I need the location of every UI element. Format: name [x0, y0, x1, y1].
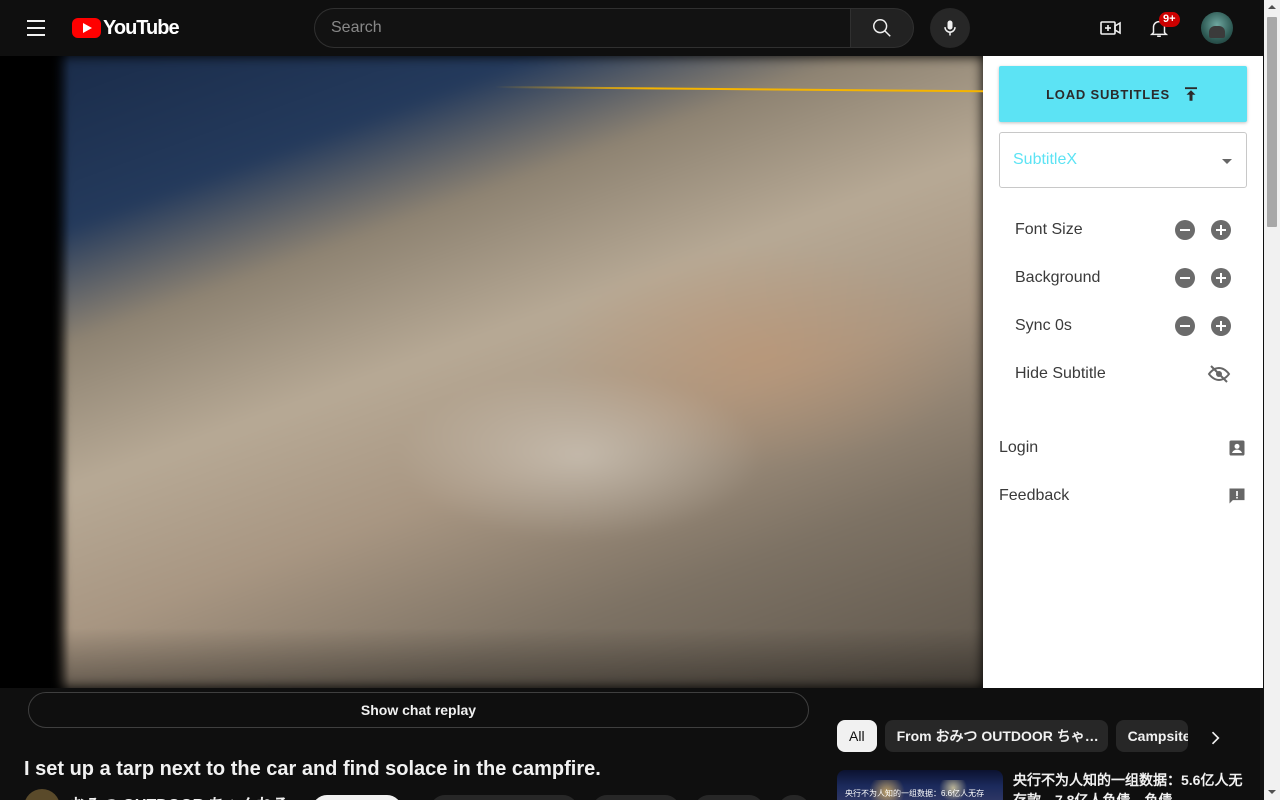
- font-size-row: Font Size: [1015, 214, 1231, 246]
- login-row[interactable]: Login: [999, 432, 1247, 464]
- search-button[interactable]: [850, 8, 914, 48]
- subtitle-source-select[interactable]: SubtitleX: [999, 132, 1247, 188]
- subscribe-button[interactable]: [312, 795, 402, 800]
- account-avatar[interactable]: [1201, 12, 1233, 44]
- channel-row: おみつ OUTDOOR ちゃんねる: [24, 789, 289, 800]
- feedback-label: Feedback: [999, 487, 1070, 504]
- subtitle-panel: LOAD SUBTITLES SubtitleX Font Size Backg…: [983, 56, 1263, 688]
- recommendation-thumbnail[interactable]: 央行不为人知的一组数据：6.6亿人无存: [837, 770, 1003, 800]
- scrollbar-thumb[interactable]: [1267, 17, 1277, 227]
- minus-circle-icon[interactable]: [1175, 220, 1195, 240]
- logo-text: YouTube: [103, 16, 180, 39]
- account-box-icon: [1229, 440, 1245, 456]
- channel-avatar[interactable]: [24, 789, 60, 800]
- sync-row: Sync 0s: [1015, 310, 1231, 342]
- load-subtitles-label: LOAD SUBTITLES: [1046, 86, 1170, 102]
- background-label: Background: [1015, 269, 1101, 286]
- voice-search-button[interactable]: [930, 8, 970, 48]
- search-input[interactable]: [315, 9, 851, 47]
- youtube-logo[interactable]: YouTube: [72, 16, 180, 39]
- minus-circle-icon[interactable]: [1175, 316, 1195, 336]
- youtube-play-icon: [72, 18, 101, 38]
- notification-badge: 9+: [1159, 12, 1180, 27]
- video-frame: [60, 56, 983, 688]
- share-button[interactable]: [592, 795, 680, 800]
- notifications-button[interactable]: 9+: [1139, 8, 1180, 48]
- show-chat-replay-label: Show chat replay: [360, 702, 477, 718]
- video-player[interactable]: [0, 56, 983, 688]
- recommendation-title[interactable]: 央行不为人知的一组数据：5.6亿人无存款，7.8亿人负债，负债: [1013, 770, 1243, 800]
- video-shadow: [0, 56, 70, 688]
- scroll-up-arrow-icon[interactable]: [1268, 5, 1276, 9]
- feedback-row[interactable]: Feedback: [999, 480, 1247, 512]
- search-box: [314, 8, 851, 48]
- subtitle-source-value: SubtitleX: [1013, 151, 1078, 168]
- background-row: Background: [1015, 262, 1231, 294]
- microphone-icon: [944, 20, 956, 36]
- hide-subtitle-row: Hide Subtitle: [1015, 358, 1231, 390]
- load-subtitles-button[interactable]: LOAD SUBTITLES: [999, 66, 1247, 122]
- sync-label: Sync 0s: [1015, 317, 1072, 334]
- channel-name[interactable]: おみつ OUTDOOR ちゃんねる: [70, 791, 289, 800]
- chip-all[interactable]: All: [837, 720, 877, 752]
- eye-off-icon[interactable]: [1207, 362, 1231, 386]
- masthead: YouTube 9+: [0, 0, 1264, 56]
- font-size-label: Font Size: [1015, 221, 1083, 238]
- show-chat-replay-button[interactable]: Show chat replay: [28, 692, 809, 728]
- plus-circle-icon[interactable]: [1211, 316, 1231, 336]
- login-label: Login: [999, 439, 1039, 456]
- player-controls: [0, 628, 983, 688]
- hamburger-menu-icon[interactable]: [16, 8, 56, 48]
- chevron-right-icon[interactable]: [1205, 728, 1225, 748]
- more-actions-button[interactable]: [778, 795, 810, 800]
- plus-circle-icon[interactable]: [1211, 268, 1231, 288]
- minus-circle-icon[interactable]: [1175, 268, 1195, 288]
- feedback-icon: [1229, 488, 1245, 504]
- like-dislike-button[interactable]: [430, 795, 578, 800]
- recommendation-chips: All From おみつ OUTDOOR ちゃ… Campsite: [837, 720, 1188, 752]
- download-button[interactable]: [694, 795, 764, 800]
- upload-icon: [1184, 87, 1197, 101]
- hide-subtitle-label: Hide Subtitle: [1015, 365, 1106, 382]
- chip-from-channel[interactable]: From おみつ OUTDOOR ちゃ…: [884, 720, 1108, 752]
- youtube-watch-page: YouTube 9+ LOAD SUBTITLES: [0, 0, 1280, 800]
- plus-circle-icon[interactable]: [1211, 220, 1231, 240]
- video-title: I set up a tarp next to the car and find…: [24, 758, 601, 780]
- page-scrollbar[interactable]: [1264, 0, 1280, 800]
- chip-campsite[interactable]: Campsite: [1115, 720, 1188, 752]
- thumbnail-caption: 央行不为人知的一组数据：6.6亿人无存: [845, 789, 985, 798]
- chevron-down-icon: [1222, 159, 1232, 164]
- scroll-down-arrow-icon[interactable]: [1268, 790, 1276, 794]
- search-icon: [873, 19, 891, 37]
- create-button[interactable]: [1091, 8, 1131, 48]
- video-plus-icon: [1100, 21, 1121, 35]
